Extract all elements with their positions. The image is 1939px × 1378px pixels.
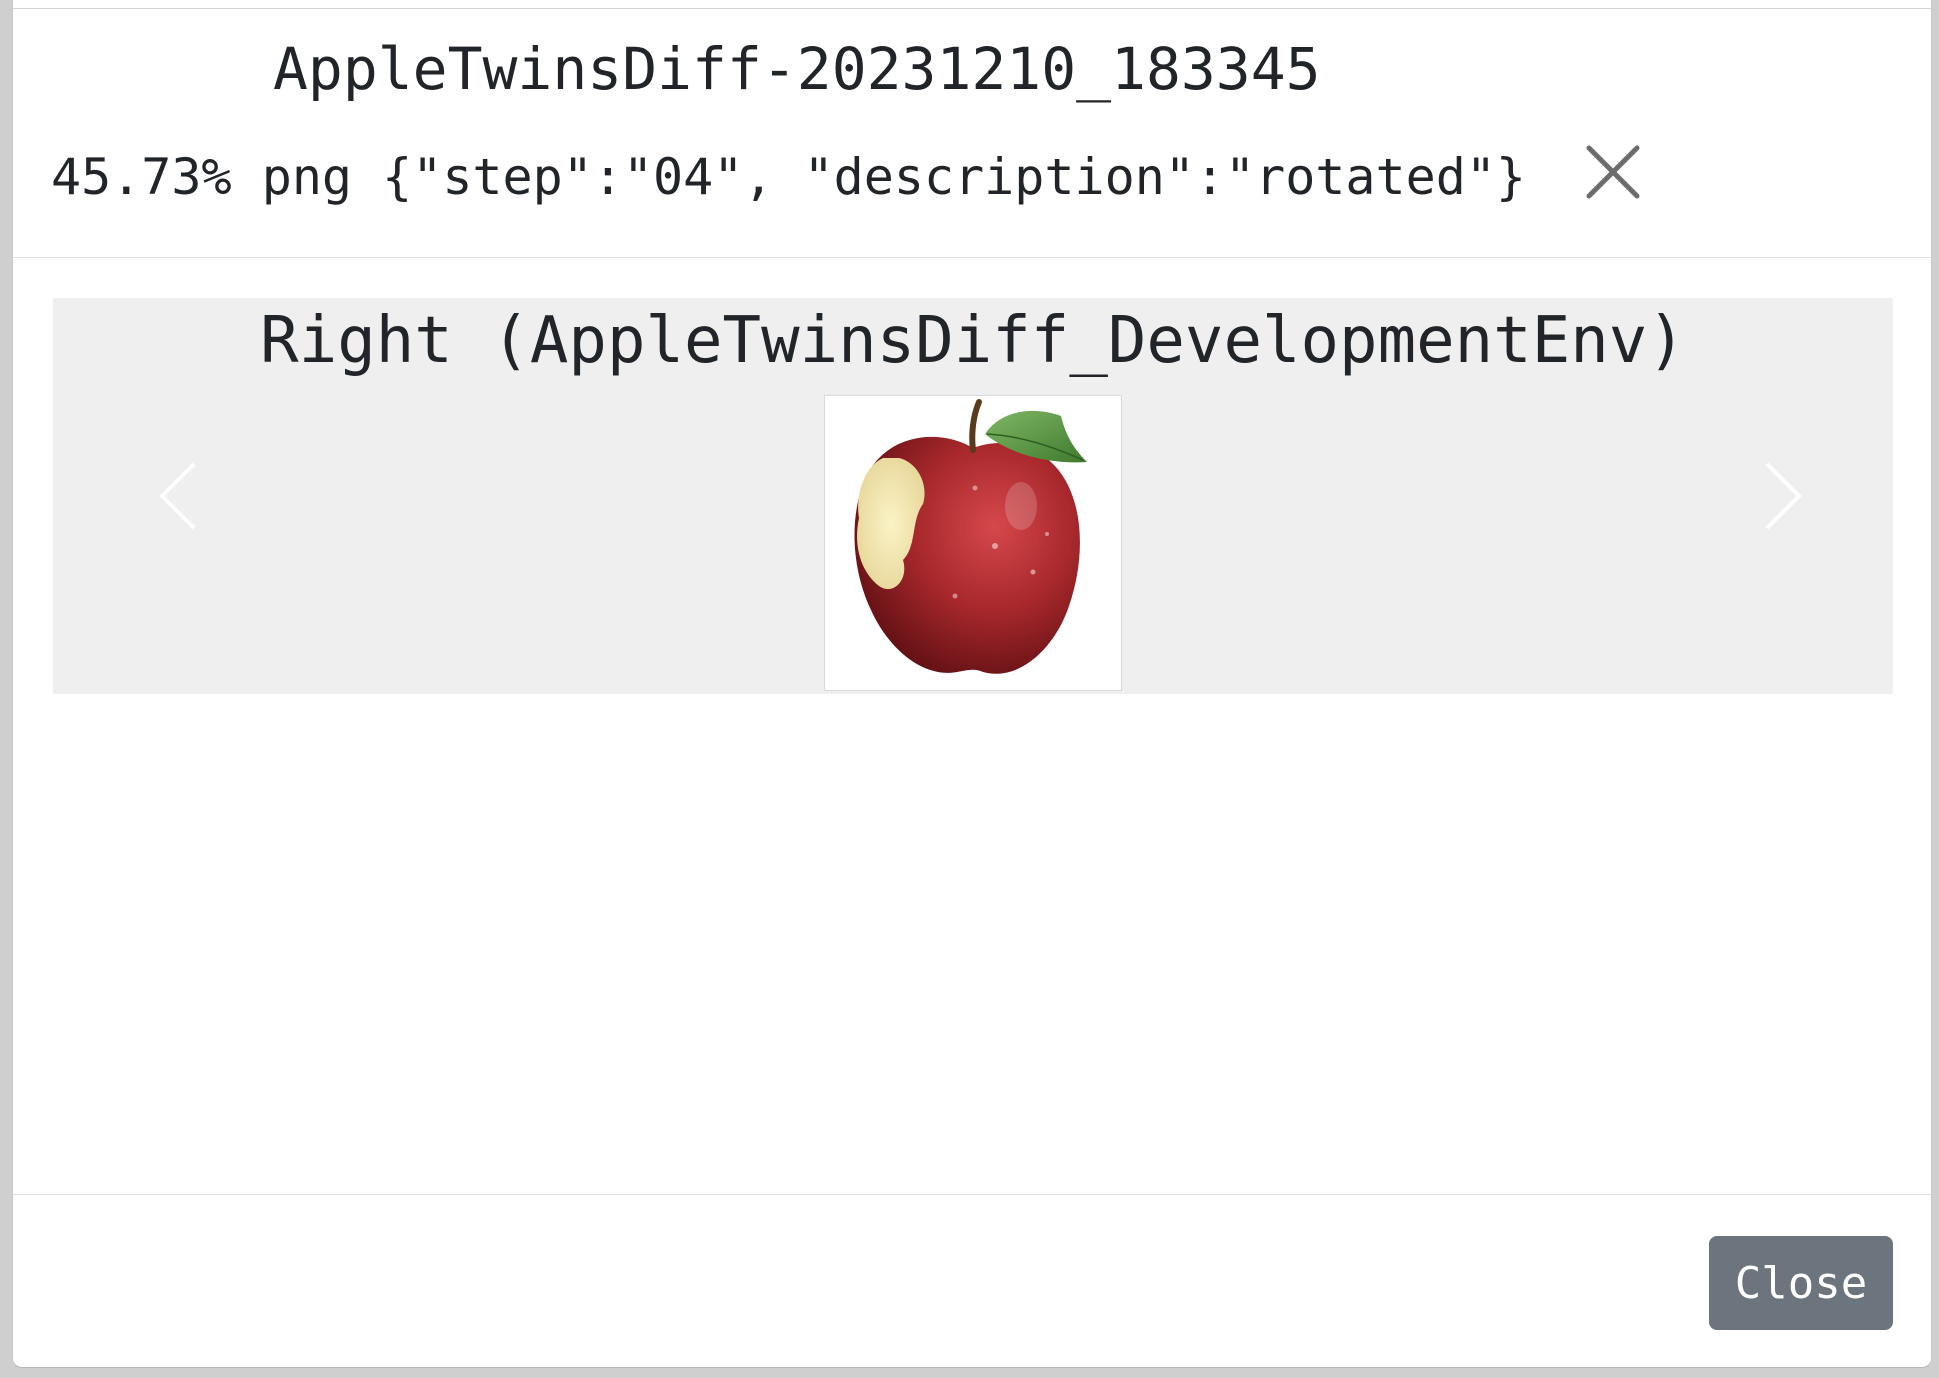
footer-divider bbox=[13, 1194, 1931, 1195]
apple-image bbox=[824, 395, 1122, 691]
close-button[interactable]: Close bbox=[1709, 1236, 1893, 1330]
chevron-left-icon[interactable] bbox=[148, 456, 208, 536]
modal-dialog: AppleTwinsDiff-20231210_183345 45.73% pn… bbox=[12, 0, 1932, 1368]
image-carousel: Right (AppleTwinsDiff_DevelopmentEnv) bbox=[53, 298, 1893, 694]
modal-title: AppleTwinsDiff-20231210_183345 bbox=[273, 35, 1321, 103]
chevron-right-icon[interactable] bbox=[1753, 456, 1813, 536]
image-meta: 45.73% png {"step":"04", "description":"… bbox=[51, 148, 1527, 206]
close-icon[interactable] bbox=[1575, 138, 1645, 208]
header-divider bbox=[13, 257, 1931, 258]
top-divider bbox=[13, 8, 1931, 9]
carousel-caption: Right (AppleTwinsDiff_DevelopmentEnv) bbox=[260, 304, 1686, 378]
